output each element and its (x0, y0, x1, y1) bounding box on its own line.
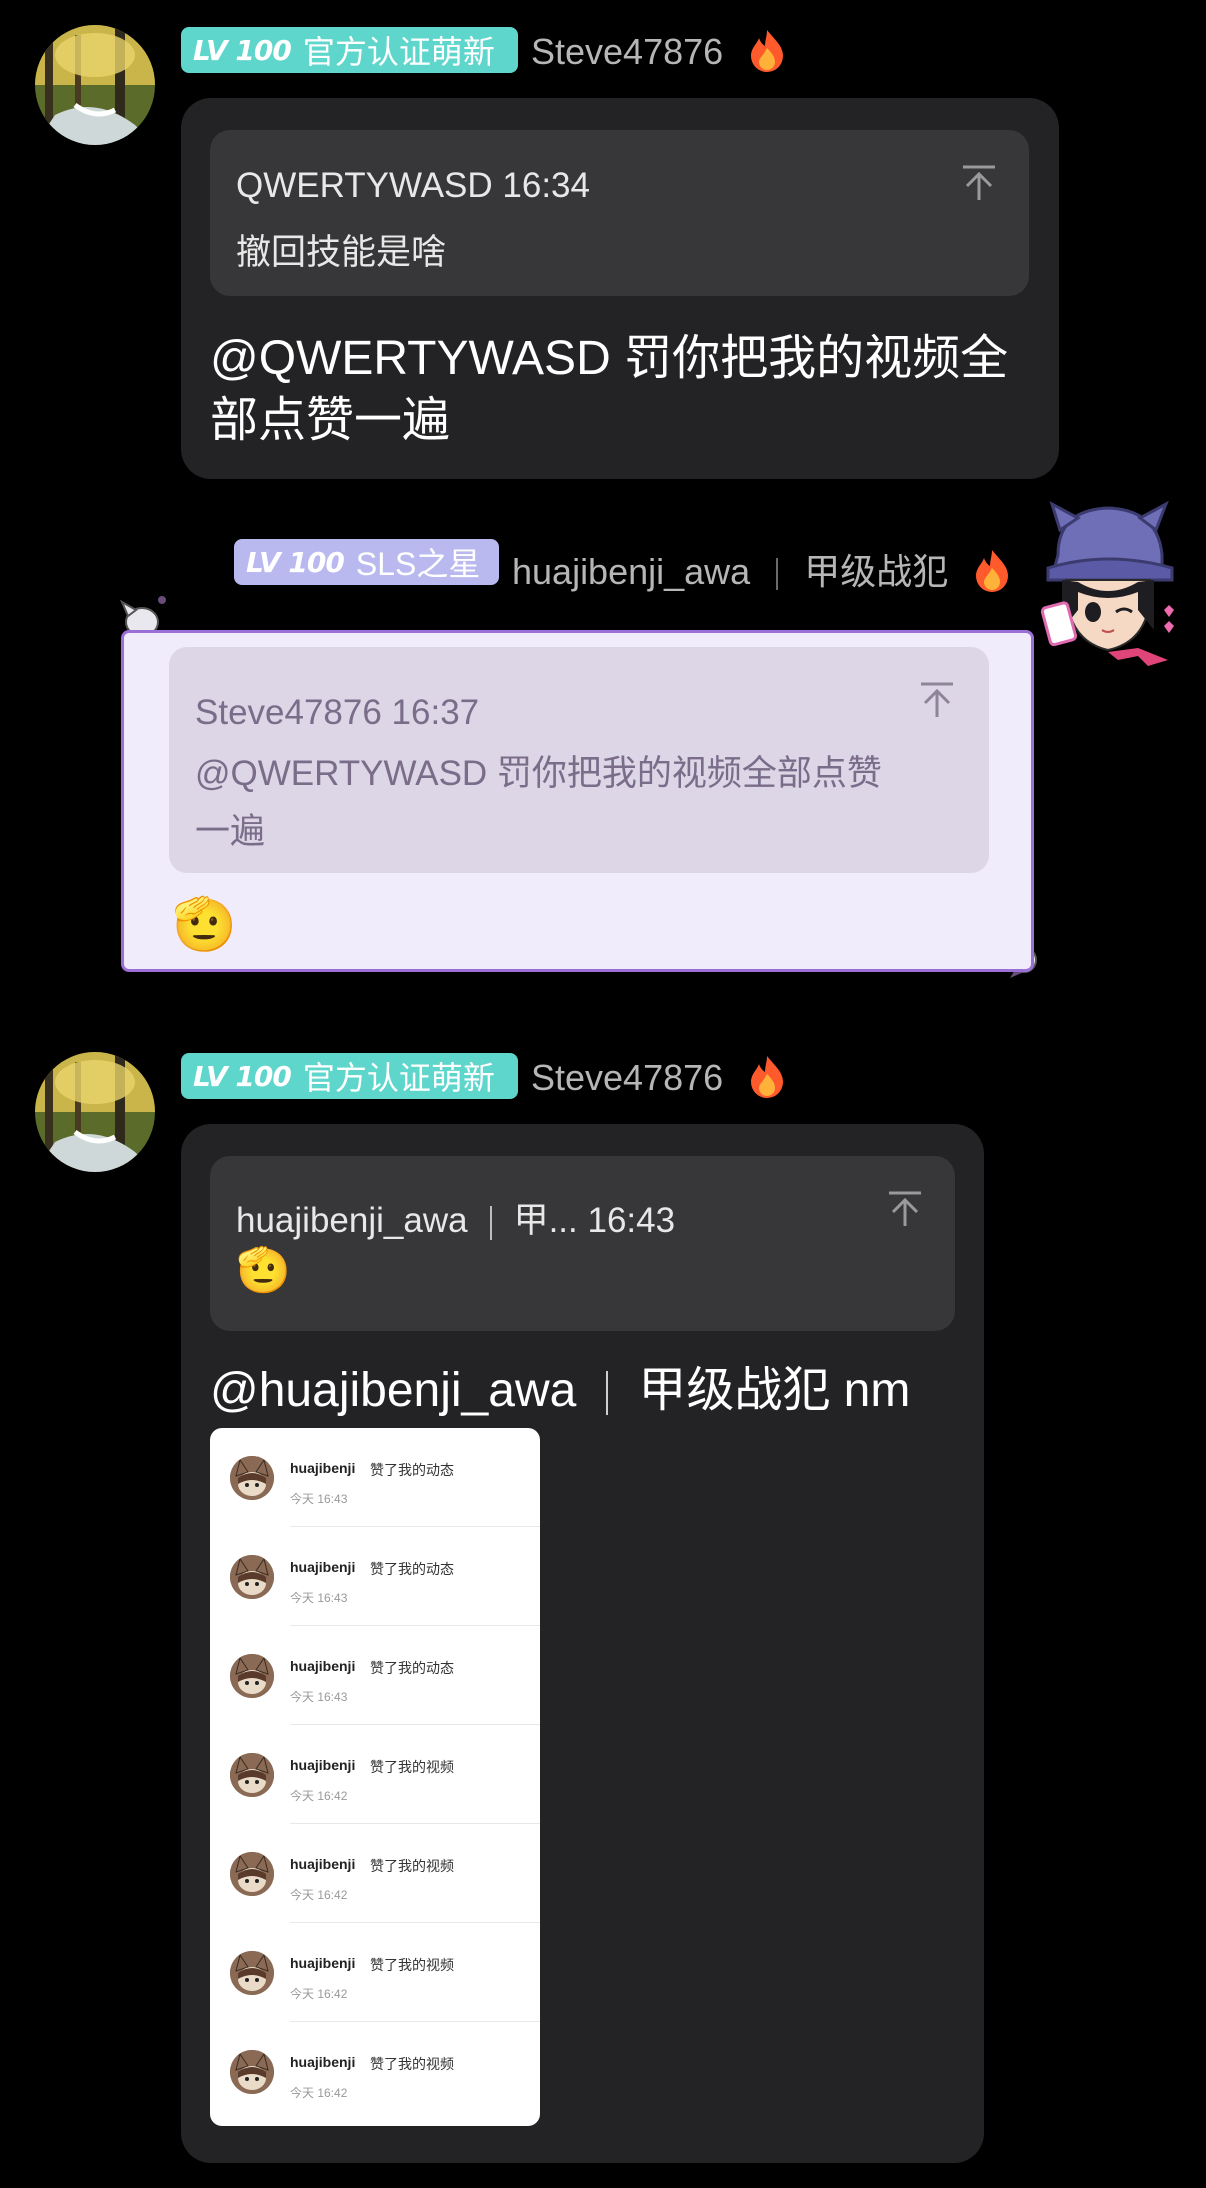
level-badge: LV 100 SLS之星 (234, 539, 499, 585)
message-bubble[interactable]: Steve47876 16:37 @QWERTYWASD 罚你把我的视频全部点赞… (121, 630, 1034, 972)
notification-username[interactable]: huajibenji (290, 1658, 355, 1674)
quoted-message[interactable]: QWERTYWASD 16:34 撤回技能是啥 (210, 130, 1029, 296)
arrow-up-to-top-icon[interactable] (961, 164, 997, 207)
quote-header: Steve47876 16:37 (195, 693, 480, 732)
level-mark: LV 100 (246, 545, 345, 579)
notification-action: 赞了我的视频 (370, 1759, 454, 1775)
divider (776, 558, 779, 591)
username-text[interactable]: Steve47876 (531, 1057, 723, 1098)
quote-body-line-1: @QWERTYWASD 罚你把我的视频全部点赞 (195, 754, 882, 793)
quote-header-time: 甲... 16:43 (513, 1201, 676, 1240)
username-text[interactable]: Steve47876 (531, 31, 723, 72)
notification-action: 赞了我的动态 (370, 1660, 454, 1676)
notification-time: 今天 16:43 (290, 1492, 348, 1506)
mention-link[interactable]: @huajibenji_awa (210, 1364, 576, 1417)
message-bubble[interactable]: QWERTYWASD 16:34 撤回技能是啥 @QWERTYWASD 罚你把我… (181, 98, 1059, 479)
notification-action: 赞了我的视频 (370, 1957, 454, 1973)
fire-icon (972, 548, 1012, 601)
avatar-steve[interactable] (35, 25, 155, 145)
divider (489, 1205, 492, 1240)
level-mark: LV 100 (193, 33, 292, 67)
title-badge-text: SLS之星 (355, 546, 481, 582)
avatar-steve[interactable] (35, 1052, 155, 1172)
quote-body: @QWERTYWASD 罚你把我的视频全部点赞 一遍 (195, 745, 882, 861)
notification-username[interactable]: huajibenji (290, 1757, 355, 1773)
message-text-line-2: 部点赞一遍 (210, 394, 451, 447)
notification-time: 今天 16:42 (290, 1888, 348, 1902)
quote-emoji: 🫡 (236, 1246, 291, 1295)
notification-row[interactable]: huajibenji 赞了我的动态今天 16:43 (210, 1428, 540, 1527)
notification-username[interactable]: huajibenji (290, 1460, 355, 1476)
notification-row[interactable]: huajibenji 赞了我的视频今天 16:42 (210, 1824, 540, 1923)
notification-avatar[interactable] (230, 1951, 274, 1995)
notification-row[interactable]: huajibenji 赞了我的视频今天 16:42 (210, 1923, 540, 2022)
notification-username[interactable]: huajibenji (290, 1955, 355, 1971)
notification-avatar[interactable] (230, 1555, 274, 1599)
mention-tag: 甲级战犯 nm (638, 1364, 911, 1417)
title-badge-text: 官方认证萌新 (302, 1060, 495, 1096)
title-badge-text: 官方认证萌新 (302, 34, 495, 70)
emoji-salute: 🫡 (172, 896, 237, 954)
fire-icon (747, 1054, 787, 1107)
avatar-huajibenji[interactable] (1038, 500, 1178, 670)
notification-time: 今天 16:42 (290, 2086, 348, 2100)
level-badge: LV 100 官方认证萌新 (181, 1053, 518, 1099)
message-text: @huajibenji_awa 甲级战犯 nm (210, 1360, 910, 1422)
notification-time: 今天 16:42 (290, 1789, 348, 1803)
notification-avatar[interactable] (230, 1852, 274, 1896)
arrow-up-to-top-icon[interactable] (887, 1190, 923, 1233)
level-badge: LV 100 官方认证萌新 (181, 27, 518, 73)
notification-username[interactable]: huajibenji (290, 1856, 355, 1872)
notification-action: 赞了我的动态 (370, 1462, 454, 1478)
notification-avatar[interactable] (230, 1456, 274, 1500)
notification-row[interactable]: huajibenji 赞了我的动态今天 16:43 (210, 1527, 540, 1626)
attached-screenshot[interactable]: huajibenji 赞了我的动态 今天 16:43 huajibenji 赞了我的动态… (210, 1428, 540, 2126)
username[interactable]: Steve47876 (531, 1054, 787, 1107)
quote-body-line-2: 一遍 (195, 812, 266, 851)
username[interactable]: Steve47876 (531, 28, 787, 81)
level-mark: LV 100 (193, 1059, 292, 1093)
arrow-up-to-top-icon[interactable] (919, 681, 955, 724)
user-tag: 甲级战犯 (804, 551, 949, 592)
quoted-message[interactable]: huajibenji_awa 甲... 16:43 🫡 (210, 1156, 955, 1331)
message-text-line-1: @QWERTYWASD 罚你把我的视频全 (210, 332, 1009, 385)
notification-row[interactable]: huajibenji 赞了我的视频今天 16:42 (210, 1725, 540, 1824)
notification-username[interactable]: huajibenji (290, 2054, 355, 2070)
notification-action: 赞了我的动态 (370, 1561, 454, 1577)
quote-header-name: huajibenji_awa (236, 1201, 468, 1240)
notification-time: 今天 16:43 (290, 1591, 348, 1605)
quoted-message[interactable]: Steve47876 16:37 @QWERTYWASD 罚你把我的视频全部点赞… (169, 647, 989, 873)
notification-row[interactable]: huajibenji 赞了我的动态今天 16:43 (210, 1626, 540, 1725)
message-bubble[interactable]: huajibenji_awa 甲... 16:43 🫡 @huajibenji_a… (181, 1124, 984, 2163)
notification-time: 今天 16:43 (290, 1690, 348, 1704)
notification-username[interactable]: huajibenji (290, 1559, 355, 1575)
fire-icon (747, 28, 787, 81)
quote-body: 撤回技能是啥 (236, 233, 447, 272)
username-text[interactable]: huajibenji_awa (512, 551, 750, 592)
quote-header: QWERTYWASD 16:34 (236, 166, 590, 205)
notification-action: 赞了我的视频 (370, 2056, 454, 2072)
notification-avatar[interactable] (230, 2050, 274, 2094)
divider (606, 1371, 609, 1416)
notification-row[interactable]: huajibenji 赞了我的视频今天 16:42 (210, 2022, 540, 2121)
notification-avatar[interactable] (230, 1654, 274, 1698)
notification-time: 今天 16:42 (290, 1987, 348, 2001)
notification-action: 赞了我的视频 (370, 1858, 454, 1874)
notification-avatar[interactable] (230, 1753, 274, 1797)
message-text: @QWERTYWASD 罚你把我的视频全 部点赞一遍 (210, 328, 1008, 452)
quote-header: huajibenji_awa 甲... 16:43 (236, 1192, 675, 1243)
username[interactable]: huajibenji_awa 甲级战犯 (512, 543, 1012, 601)
